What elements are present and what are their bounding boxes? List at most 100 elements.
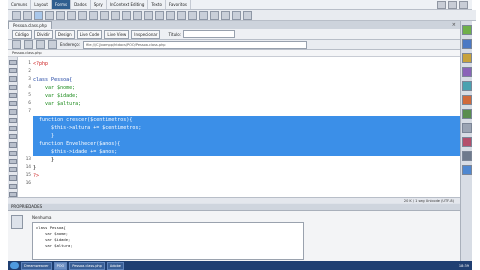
move-css-icon[interactable] <box>8 167 17 173</box>
spry-select-icon[interactable] <box>210 10 219 20</box>
category-tab[interactable]: InContext Editing <box>107 0 149 9</box>
forward-icon[interactable] <box>24 40 33 49</box>
design-view-button[interactable]: Design <box>54 29 75 39</box>
syntax-error-icon[interactable] <box>8 125 17 132</box>
code-line[interactable]: 4 var $nome; <box>28 84 460 92</box>
open-documents-icon[interactable] <box>8 60 17 66</box>
code-line[interactable]: 13 } <box>26 156 460 164</box>
back-icon[interactable] <box>12 40 21 49</box>
code-line[interactable]: 6 var $altura; <box>28 100 460 108</box>
code-view-button[interactable]: Código <box>12 29 32 39</box>
bindings-icon[interactable] <box>461 137 472 147</box>
code-line[interactable]: 1 <?php <box>28 60 460 68</box>
databases-icon[interactable] <box>461 123 472 133</box>
spry-confirm-icon[interactable] <box>232 10 241 20</box>
collapse-selection-icon[interactable] <box>8 76 17 82</box>
category-tab[interactable]: Favoritos <box>166 0 191 9</box>
taskbar-item[interactable]: Pessoa.class.php <box>69 261 105 270</box>
components-icon[interactable] <box>461 165 472 175</box>
textarea-icon[interactable] <box>45 10 54 20</box>
code-line[interactable]: 7 <box>28 108 460 116</box>
code-line[interactable]: 16 <box>26 180 460 188</box>
category-tab[interactable]: Comuns <box>8 0 32 9</box>
minimize-icon[interactable] <box>437 0 446 9</box>
line-numbers-icon[interactable] <box>8 109 17 115</box>
code-line[interactable]: 3 class Pessoa{ <box>28 76 460 84</box>
taskbar-item[interactable]: Adobe <box>106 261 124 270</box>
code-content[interactable]: 1 <?php 2 3 class Pessoa{4 var $nome; 5 var $… <box>26 57 460 197</box>
refresh-icon[interactable] <box>36 40 45 49</box>
remove-comment-icon[interactable] <box>8 142 17 148</box>
code-line[interactable]: 2 <box>28 68 460 76</box>
server-behaviors-icon[interactable] <box>461 151 472 161</box>
title-input[interactable] <box>183 30 236 38</box>
assets-icon[interactable] <box>461 95 472 105</box>
indent-code-icon[interactable] <box>8 175 17 181</box>
insert-panel-icon[interactable] <box>461 25 472 35</box>
expand-all-icon[interactable] <box>8 84 17 90</box>
code-line-selected[interactable]: 12 $this->idade += $anos; <box>26 148 460 156</box>
code-line[interactable]: 14} <box>26 164 460 172</box>
form-icon[interactable] <box>12 10 21 20</box>
close-document-icon[interactable]: × <box>452 21 460 29</box>
image-field-icon[interactable] <box>122 10 131 20</box>
outdent-code-icon[interactable] <box>8 183 17 189</box>
checkbox-group-icon[interactable] <box>67 10 76 20</box>
jump-menu-icon[interactable] <box>111 10 120 20</box>
radio-group-icon[interactable] <box>89 10 98 20</box>
inspect-button[interactable]: Inspecionar <box>131 29 161 39</box>
taskbar-item-active[interactable]: POO <box>53 261 68 270</box>
category-tab[interactable]: Spry <box>91 0 107 9</box>
spry-radio-icon[interactable] <box>243 10 252 20</box>
wrap-tag-icon[interactable] <box>8 150 17 156</box>
checkbox-icon[interactable] <box>56 10 65 20</box>
live-view-button[interactable]: Live View <box>104 29 130 39</box>
document-tab[interactable]: Pessoa.class.php <box>8 21 52 29</box>
split-view-button[interactable]: Dividir <box>33 29 53 39</box>
collapse-tag-icon[interactable] <box>8 68 17 74</box>
live-code-button[interactable]: Live Code <box>76 29 103 39</box>
spry-password-icon[interactable] <box>221 10 230 20</box>
spry-textarea-icon[interactable] <box>188 10 197 20</box>
balance-braces-icon[interactable] <box>8 101 17 107</box>
recent-snippets-icon[interactable] <box>8 158 17 165</box>
button-icon[interactable] <box>144 10 153 20</box>
highlight-invalid-icon[interactable] <box>8 117 17 123</box>
files-icon[interactable] <box>461 81 472 91</box>
code-line-selected[interactable]: 9 $this->altura += $centimetros; <box>28 124 460 132</box>
css-styles-icon[interactable] <box>461 39 472 49</box>
taskbar-item[interactable]: Dreamweaver <box>21 261 52 270</box>
code-line-selected[interactable]: 10 } <box>26 132 460 140</box>
radio-icon[interactable] <box>78 10 87 20</box>
home-icon[interactable] <box>48 40 57 49</box>
address-input[interactable]: file:///C|/xampp/htdocs/POO/Pessoa.class… <box>83 40 308 49</box>
panel-dock <box>460 21 472 261</box>
spry-checkbox-icon[interactable] <box>199 10 208 20</box>
apply-comment-icon[interactable] <box>8 134 17 140</box>
select-icon[interactable] <box>100 10 109 20</box>
category-tab[interactable]: Dados <box>71 0 91 9</box>
file-field-icon[interactable] <box>133 10 142 20</box>
snippets-icon[interactable] <box>461 109 472 119</box>
label-icon[interactable] <box>155 10 164 20</box>
behaviors-icon[interactable] <box>461 67 472 77</box>
fieldset-icon[interactable] <box>166 10 175 20</box>
hidden-field-icon[interactable] <box>34 10 43 20</box>
category-tab[interactable]: Texto <box>148 0 166 9</box>
code-line-selected[interactable]: 8 function crescer($centimetros){ <box>28 116 460 124</box>
select-parent-icon[interactable] <box>8 92 17 99</box>
code-editor[interactable]: 1 <?php 2 3 class Pessoa{4 var $nome; 5 var $… <box>8 57 460 197</box>
code-text: } <box>33 133 55 139</box>
properties-header[interactable]: PROPRIEDADES <box>8 204 463 211</box>
code-line[interactable]: 5 var $idade; <box>28 92 460 100</box>
category-tab[interactable]: Layout <box>31 0 52 9</box>
category-tab-active[interactable]: Forms <box>51 0 72 9</box>
close-icon[interactable] <box>459 0 468 9</box>
code-line-selected[interactable]: 11 function Envelhecer($anos){ <box>26 140 460 148</box>
ap-elements-icon[interactable] <box>461 53 472 63</box>
maximize-icon[interactable] <box>448 0 457 9</box>
text-field-icon[interactable] <box>23 10 32 20</box>
start-button-icon[interactable] <box>10 262 19 269</box>
spry-validation-icon[interactable] <box>177 10 186 20</box>
code-line[interactable]: 15 ?> <box>26 172 460 180</box>
